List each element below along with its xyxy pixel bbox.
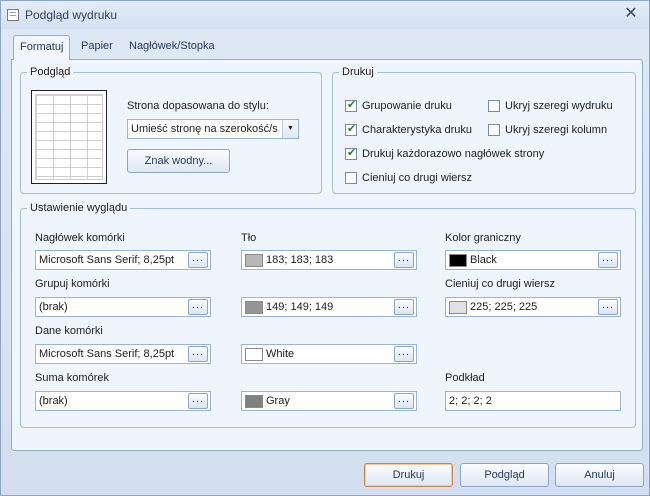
preview-button[interactable]: Podgląd <box>460 463 549 487</box>
group-bg-color-swatch <box>245 301 263 314</box>
padding-label: Podkład <box>445 372 485 384</box>
checkbox-print-grouping[interactable]: Grupowanie druku <box>345 98 452 112</box>
background-color-value: 183; 183; 183 <box>266 254 334 266</box>
window-title: Podgląd wydruku <box>25 8 118 22</box>
background-label: Tło <box>241 232 257 244</box>
checkbox-box[interactable] <box>345 172 357 184</box>
checkbox-shade-alternate-rows[interactable]: Cieniuj co drugi wiersz <box>345 172 472 184</box>
group-cell-font-browse-button[interactable]: ... <box>188 299 208 315</box>
checkbox-label: Ukryj szeregi wydruku <box>505 100 613 112</box>
tab-paper[interactable]: Papier <box>75 35 119 59</box>
header-cell-label: Nagłówek komórki <box>35 232 125 244</box>
sum-cell-font-value: (brak) <box>39 395 68 407</box>
border-color-browse-button[interactable]: ... <box>598 252 618 268</box>
group-bg-color-field[interactable]: 149; 149; 149 ... <box>241 297 417 317</box>
checkbox-hide-column-series[interactable]: Ukryj szeregi kolumn <box>488 124 607 136</box>
sum-bg-color-value: Gray <box>266 395 290 407</box>
shade-row-color-browse-button[interactable]: ... <box>598 299 618 315</box>
shade-row-color-field[interactable]: 225; 225; 225 ... <box>445 297 621 317</box>
print-options-legend: Drukuj <box>342 66 374 78</box>
padding-input[interactable]: 2; 2; 2; 2 <box>445 391 621 411</box>
checkbox-box[interactable] <box>488 124 500 136</box>
appearance-group-legend: Ustawienie wyglądu <box>30 202 128 214</box>
page-preview-thumbnail <box>31 90 107 184</box>
data-cell-font-browse-button[interactable]: ... <box>188 346 208 362</box>
background-color-browse-button[interactable]: ... <box>394 252 414 268</box>
group-cell-font-field[interactable]: (brak) ... <box>35 297 211 317</box>
fit-style-dropdown[interactable]: Umieść stronę na szerokość/s ▼ <box>127 119 299 139</box>
header-cell-font-field[interactable]: Microsoft Sans Serif; 8,25pt ... <box>35 250 211 270</box>
shade-row-label: Cieniuj co drugi wiersz <box>445 278 556 290</box>
cancel-button[interactable]: Anuluj <box>555 463 644 487</box>
header-cell-font-browse-button[interactable]: ... <box>188 252 208 268</box>
border-color-swatch <box>449 254 467 267</box>
sum-bg-color-swatch <box>245 395 263 408</box>
background-color-swatch <box>245 254 263 267</box>
shade-row-color-swatch <box>449 301 467 314</box>
watermark-button[interactable]: Znak wodny... <box>127 149 230 173</box>
sum-bg-color-field[interactable]: Gray ... <box>241 391 417 411</box>
shade-row-color-value: 225; 225; 225 <box>470 301 538 313</box>
checkbox-label: Charakterystyka druku <box>362 124 473 136</box>
fit-style-value: Umieść stronę na szerokość/s <box>131 123 278 135</box>
fit-style-label: Strona dopasowana do stylu: <box>127 100 269 112</box>
group-cell-label: Grupuj komórki <box>35 278 110 290</box>
group-bg-color-browse-button[interactable]: ... <box>394 299 414 315</box>
data-bg-color-field[interactable]: White ... <box>241 344 417 364</box>
sum-cell-label: Suma komórek <box>35 372 109 384</box>
page-preview-grid <box>35 94 103 180</box>
print-options-group: Drukuj Grupowanie druku Ukryj szeregi wy… <box>332 66 636 194</box>
border-color-field[interactable]: Black ... <box>445 250 621 270</box>
data-cell-label: Dane komórki <box>35 325 103 337</box>
tab-format[interactable]: Formatuj <box>13 35 71 60</box>
check-icon[interactable] <box>345 98 357 112</box>
checkbox-label: Cieniuj co drugi wiersz <box>362 172 473 184</box>
background-color-field[interactable]: 183; 183; 183 ... <box>241 250 417 270</box>
print-button[interactable]: Drukuj <box>364 463 453 487</box>
header-cell-font-value: Microsoft Sans Serif; 8,25pt <box>39 254 175 266</box>
tab-header-footer[interactable]: Nagłówek/Stopka <box>123 35 221 59</box>
checkbox-label: Grupowanie druku <box>362 100 452 112</box>
data-bg-color-value: White <box>266 348 295 360</box>
checkbox-label: Ukryj szeregi kolumn <box>505 124 608 136</box>
checkbox-hide-print-rows[interactable]: Ukryj szeregi wydruku <box>488 100 613 112</box>
close-button[interactable]: ✕ <box>621 5 641 23</box>
sum-bg-color-browse-button[interactable]: ... <box>394 393 414 409</box>
padding-value: 2; 2; 2; 2 <box>449 395 492 407</box>
checkbox-box[interactable] <box>488 100 500 112</box>
sum-cell-font-field[interactable]: (brak) ... <box>35 391 211 411</box>
check-icon[interactable] <box>345 122 357 136</box>
data-cell-font-field[interactable]: Microsoft Sans Serif; 8,25pt ... <box>35 344 211 364</box>
group-cell-font-value: (brak) <box>39 301 68 313</box>
print-preview-dialog: Podgląd wydruku ✕ Formatuj Papier Nagłów… <box>0 0 650 496</box>
title-bar[interactable]: Podgląd wydruku ✕ <box>1 1 649 29</box>
checkbox-label: Drukuj każdorazowo nagłówek strony <box>362 148 545 160</box>
data-bg-color-swatch <box>245 348 263 361</box>
data-cell-font-value: Microsoft Sans Serif; 8,25pt <box>39 348 175 360</box>
checkbox-print-header-every-page[interactable]: Drukuj każdorazowo nagłówek strony <box>345 146 545 160</box>
sum-cell-font-browse-button[interactable]: ... <box>188 393 208 409</box>
appearance-group: Ustawienie wyglądu Nagłówek komórki Tło … <box>20 202 636 428</box>
preview-group: Podgląd Strona dopasowana do stylu: Umie… <box>20 66 322 194</box>
preview-group-legend: Podgląd <box>30 66 71 78</box>
checkbox-print-characteristics[interactable]: Charakterystyka druku <box>345 122 473 136</box>
group-bg-color-value: 149; 149; 149 <box>266 301 334 313</box>
border-color-label: Kolor graniczny <box>445 232 521 244</box>
tab-panel-format: Podgląd Strona dopasowana do stylu: Umie… <box>11 59 643 451</box>
close-icon: ✕ <box>624 5 638 22</box>
border-color-value: Black <box>470 254 497 266</box>
chevron-down-icon[interactable]: ▼ <box>282 120 298 138</box>
check-icon[interactable] <box>345 146 357 160</box>
document-icon <box>7 9 19 21</box>
data-bg-color-browse-button[interactable]: ... <box>394 346 414 362</box>
